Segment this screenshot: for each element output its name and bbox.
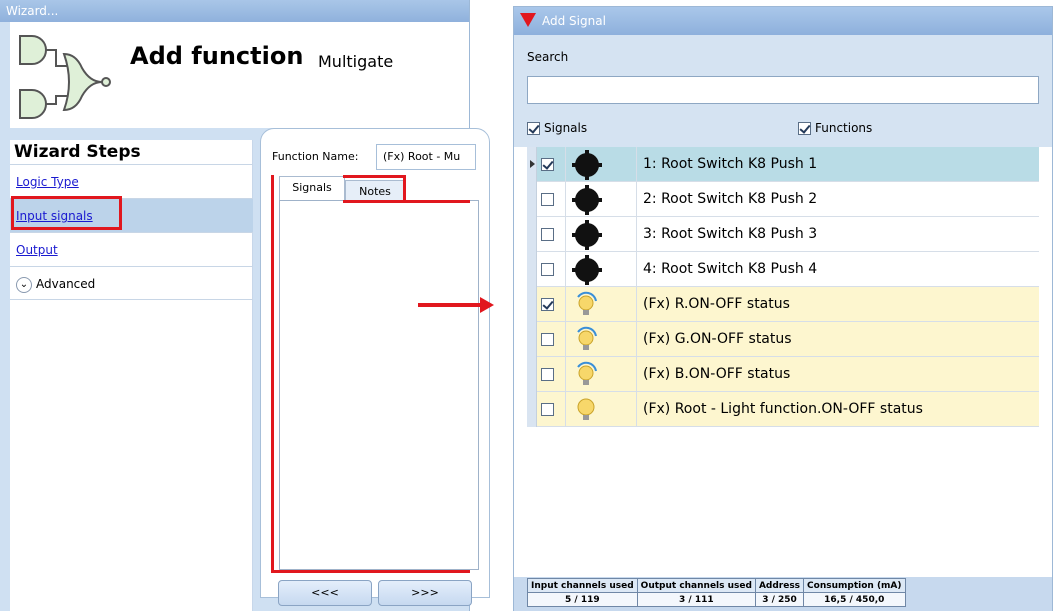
row-checkbox[interactable] bbox=[541, 263, 554, 276]
row-checkbox[interactable] bbox=[541, 193, 554, 206]
signal-row[interactable]: (Fx) R.ON-OFF status bbox=[527, 287, 1039, 322]
step-logic-type-link[interactable]: Logic Type bbox=[16, 175, 79, 189]
page-subtitle: Multigate bbox=[318, 52, 394, 71]
step-input-signals[interactable]: Input signals bbox=[10, 198, 253, 232]
add-signal-title-bar: Add Signal bbox=[514, 7, 1052, 35]
row-selector bbox=[527, 147, 537, 182]
row-label: (Fx) G.ON-OFF status bbox=[643, 331, 792, 347]
row-checkbox[interactable] bbox=[541, 228, 554, 241]
signal-row[interactable]: 3: Root Switch K8 Push 3 bbox=[527, 217, 1039, 252]
row-label: 3: Root Switch K8 Push 3 bbox=[643, 226, 818, 242]
search-label: Search bbox=[527, 50, 569, 64]
wizard-title-bar: Wizard... bbox=[0, 0, 469, 22]
dimmer-bulb-icon bbox=[577, 291, 597, 315]
filter-functions[interactable]: Functions bbox=[798, 121, 872, 135]
row-selector bbox=[527, 217, 537, 252]
filter-signals-label: Signals bbox=[544, 121, 588, 135]
stats-value-output: 3 / 111 bbox=[636, 592, 756, 607]
dimmer-bulb-icon bbox=[577, 361, 597, 385]
page-title: Add function bbox=[130, 42, 304, 70]
row-selector bbox=[527, 252, 537, 287]
funnel-icon bbox=[520, 13, 536, 27]
stats-value-address: 3 / 250 bbox=[754, 592, 805, 607]
filter-functions-label: Functions bbox=[815, 121, 873, 135]
highlight-line-bottom bbox=[271, 570, 470, 573]
signals-list[interactable] bbox=[279, 200, 479, 570]
signal-row[interactable]: 1: Root Switch K8 Push 1 bbox=[527, 147, 1039, 182]
filter-signals-checkbox[interactable] bbox=[527, 122, 540, 135]
row-selector bbox=[527, 182, 537, 217]
filter-signals[interactable]: Signals bbox=[527, 121, 587, 135]
row-label: (Fx) R.ON-OFF status bbox=[643, 296, 790, 312]
row-selector bbox=[527, 287, 537, 322]
tab-notes[interactable]: Notes bbox=[345, 180, 405, 200]
logic-gates-icon bbox=[19, 35, 111, 119]
push-button-icon bbox=[572, 255, 602, 285]
advanced-label: Advanced bbox=[36, 277, 96, 291]
step-logic-type[interactable]: Logic Type bbox=[10, 164, 253, 198]
stats-value-input: 5 / 119 bbox=[527, 592, 638, 607]
light-bulb-icon bbox=[577, 398, 595, 420]
search-input[interactable] bbox=[527, 76, 1039, 104]
signal-row[interactable]: (Fx) B.ON-OFF status bbox=[527, 357, 1039, 392]
arrow-right-icon bbox=[480, 297, 494, 313]
row-label: (Fx) B.ON-OFF status bbox=[643, 366, 791, 382]
row-selector bbox=[527, 392, 537, 427]
stats-header-consumption: Consumption (mA) bbox=[803, 578, 906, 593]
push-button-icon bbox=[572, 150, 602, 180]
usage-stats-table: Input channels used Output channels used… bbox=[527, 578, 906, 607]
arrow-shaft bbox=[418, 303, 482, 307]
dimmer-bulb-icon bbox=[577, 326, 597, 350]
step-output-link[interactable]: Output bbox=[16, 243, 58, 257]
chevron-down-icon[interactable]: ⌄ bbox=[16, 276, 32, 293]
row-label: (Fx) Root - Light function.ON-OFF status bbox=[643, 401, 923, 417]
signal-row[interactable]: 2: Root Switch K8 Push 2 bbox=[527, 182, 1039, 217]
filter-functions-checkbox[interactable] bbox=[798, 122, 811, 135]
signal-row[interactable]: 4: Root Switch K8 Push 4 bbox=[527, 252, 1039, 287]
row-label: 2: Root Switch K8 Push 2 bbox=[643, 191, 818, 207]
step-input-signals-link[interactable]: Input signals bbox=[16, 209, 93, 223]
push-button-icon bbox=[572, 220, 602, 250]
highlight-line-top bbox=[404, 200, 470, 203]
back-button[interactable]: <<< bbox=[278, 580, 372, 606]
step-output[interactable]: Output bbox=[10, 232, 253, 266]
function-name-field[interactable]: (Fx) Root - Mu bbox=[376, 144, 476, 170]
function-name-label: Function Name: bbox=[272, 150, 359, 163]
row-label: 4: Root Switch K8 Push 4 bbox=[643, 261, 818, 277]
stats-header-input: Input channels used bbox=[527, 578, 638, 593]
row-selector bbox=[527, 357, 537, 392]
stats-value-consumption: 16,5 / 450,0 bbox=[803, 592, 906, 607]
row-selector bbox=[527, 322, 537, 357]
stats-header-address: Address bbox=[754, 578, 805, 593]
advanced-expander[interactable]: ⌄ Advanced bbox=[10, 266, 253, 300]
row-checkbox[interactable] bbox=[541, 368, 554, 381]
signal-grid: 1: Root Switch K8 Push 1 2: Root Switch … bbox=[527, 147, 1039, 427]
row-checkbox[interactable] bbox=[541, 403, 554, 416]
signal-row[interactable]: (Fx) G.ON-OFF status bbox=[527, 322, 1039, 357]
row-checkbox[interactable] bbox=[541, 298, 554, 311]
wizard-steps-title: Wizard Steps bbox=[14, 142, 141, 162]
tab-signals[interactable]: Signals bbox=[279, 176, 345, 200]
stats-header-output: Output channels used bbox=[636, 578, 756, 593]
row-label: 1: Root Switch K8 Push 1 bbox=[643, 156, 818, 172]
row-checkbox[interactable] bbox=[541, 158, 554, 171]
row-checkbox[interactable] bbox=[541, 333, 554, 346]
next-button[interactable]: >>> bbox=[378, 580, 472, 606]
push-button-icon bbox=[572, 185, 602, 215]
signal-row[interactable]: (Fx) Root - Light function.ON-OFF status bbox=[527, 392, 1039, 427]
